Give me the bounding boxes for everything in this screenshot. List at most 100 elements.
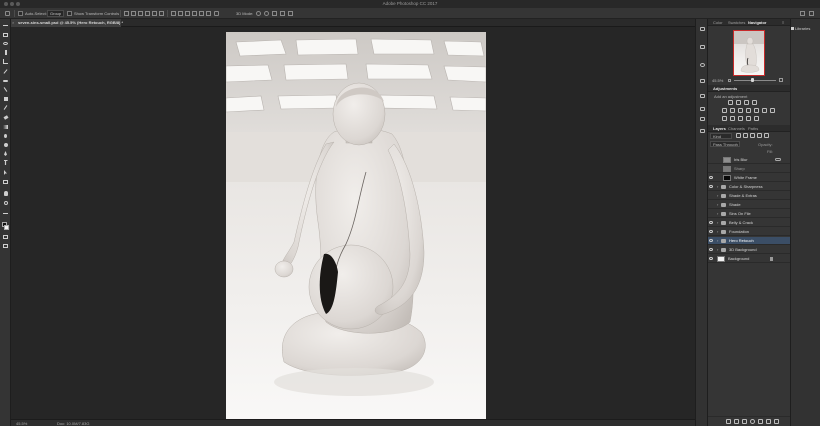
tab-paths[interactable]: Paths [748,126,758,131]
align-hcenter-icon[interactable] [152,11,157,16]
visibility-eye-icon[interactable] [709,221,713,224]
libraries-label[interactable]: Libraries [795,26,810,31]
zoom-tool-icon[interactable] [3,200,8,205]
layer-row[interactable]: Sharp [708,165,790,173]
auto-select-checkbox[interactable] [18,11,23,16]
link-layers-icon[interactable] [726,419,731,424]
show-transform-checkbox[interactable] [67,11,72,16]
libraries-icon[interactable] [791,27,794,30]
filter-shape-icon[interactable] [757,133,762,138]
blend-mode-dropdown[interactable]: Pass Through [710,141,740,147]
lasso-tool-icon[interactable] [3,41,8,46]
clone-stamp-tool-icon[interactable] [3,96,8,101]
marquee-tool-icon[interactable] [3,32,8,37]
tab-color[interactable]: Color [713,20,723,25]
document-tab[interactable]: × seven-sins-small.psd @ 45.5% (Hero Ret… [11,19,123,27]
quick-mask-icon[interactable] [3,234,8,239]
visibility-eye-icon[interactable] [709,248,713,251]
expand-arrow-icon[interactable]: › [717,238,718,243]
layer-row[interactable]: Iris Blur [708,156,790,164]
distribute-bottom-icon[interactable] [185,11,190,16]
workspace-icon[interactable] [809,11,814,16]
layer-row[interactable]: › Shade & Extras [708,192,790,200]
type-tool-icon[interactable] [3,160,8,165]
blur-tool-icon[interactable] [3,133,8,138]
screen-mode-icon[interactable] [3,243,8,248]
tab-navigator[interactable]: Navigator [748,20,766,25]
expand-arrow-icon[interactable]: › [717,184,718,189]
brightness-contrast-icon[interactable] [728,100,733,105]
align-vcenter-icon[interactable] [131,11,136,16]
color-balance-icon[interactable] [738,108,743,113]
navigator-zoom-value[interactable]: 45.5% [712,78,723,83]
visibility-eye-icon[interactable] [709,230,713,233]
brush-tool-icon[interactable] [3,87,8,92]
expand-arrow-icon[interactable]: › [717,247,718,252]
curves-icon[interactable] [744,100,749,105]
brush-settings-icon[interactable] [700,107,705,111]
visibility-eye-icon[interactable] [709,176,713,179]
properties-icon[interactable] [700,45,705,49]
align-right-icon[interactable] [159,11,164,16]
gradient-tool-icon[interactable] [3,124,8,129]
exposure-icon[interactable] [752,100,757,105]
tab-layers[interactable]: Layers [713,126,726,131]
layer-row-selected[interactable]: › Hero Retouch [708,237,790,245]
layer-row[interactable]: Background [708,255,790,263]
filter-type-icon[interactable] [750,133,755,138]
eyedropper-tool-icon[interactable] [3,69,8,74]
layer-row[interactable]: › Sins On File [708,210,790,218]
distribute-vcenter-icon[interactable] [178,11,183,16]
visibility-eye-icon[interactable] [709,239,713,242]
add-mask-icon[interactable] [742,419,747,424]
align-bottom-icon[interactable] [138,11,143,16]
invert-icon[interactable] [722,116,727,121]
3d-slide-icon[interactable] [280,11,285,16]
distribute-hcenter-icon[interactable] [199,11,204,16]
expand-arrow-icon[interactable]: › [717,220,718,225]
character-icon[interactable] [700,79,705,83]
hand-tool-icon[interactable] [3,191,8,196]
layer-style-icon[interactable] [734,419,739,424]
3d-scale-icon[interactable] [288,11,293,16]
zoom-readout[interactable]: 45.5% [16,421,27,426]
expand-arrow-icon[interactable]: › [717,211,718,216]
dodge-tool-icon[interactable] [3,142,8,147]
zoom-in-icon[interactable] [779,78,783,82]
distribute-top-icon[interactable] [171,11,176,16]
more-tools-icon[interactable] [3,211,8,216]
layer-kind-filter[interactable]: Kind [710,133,732,139]
black-white-icon[interactable] [746,108,751,113]
clone-source-icon[interactable] [700,129,705,133]
shape-tool-icon[interactable] [3,179,8,184]
levels-icon[interactable] [736,100,741,105]
hue-saturation-icon[interactable] [730,108,735,113]
auto-align-icon[interactable] [214,11,219,16]
new-adjustment-icon[interactable] [750,419,755,424]
history-icon[interactable] [700,27,705,31]
panel-menu-icon[interactable]: ≡ [782,20,784,25]
color-lookup-icon[interactable] [770,108,775,113]
expand-arrow-icon[interactable]: › [717,202,718,207]
brushes-icon[interactable] [700,117,705,121]
visibility-eye-icon[interactable] [709,257,713,260]
quick-select-tool-icon[interactable] [3,50,8,55]
doc-size-readout[interactable]: Doc: 10.0M/7.83G [57,421,89,426]
threshold-icon[interactable] [738,116,743,121]
filter-pixel-icon[interactable] [736,133,741,138]
history-brush-tool-icon[interactable] [3,105,8,110]
navigator-zoom-handle[interactable] [751,78,754,82]
layer-row[interactable]: › Foundation [708,228,790,236]
layer-row[interactable]: › 3D Background [708,246,790,254]
path-selection-tool-icon[interactable] [3,170,8,175]
3d-roll-icon[interactable] [264,11,269,16]
navigator-zoom-slider[interactable] [734,80,776,81]
expand-arrow-icon[interactable]: › [717,193,718,198]
channel-mixer-icon[interactable] [762,108,767,113]
background-color-swatch[interactable] [4,225,9,230]
document-image[interactable] [226,32,486,419]
tab-adjustments[interactable]: Adjustments [713,86,737,91]
eraser-tool-icon[interactable] [3,115,8,120]
selective-color-icon[interactable] [746,116,751,121]
move-tool-preset-icon[interactable] [5,11,10,16]
